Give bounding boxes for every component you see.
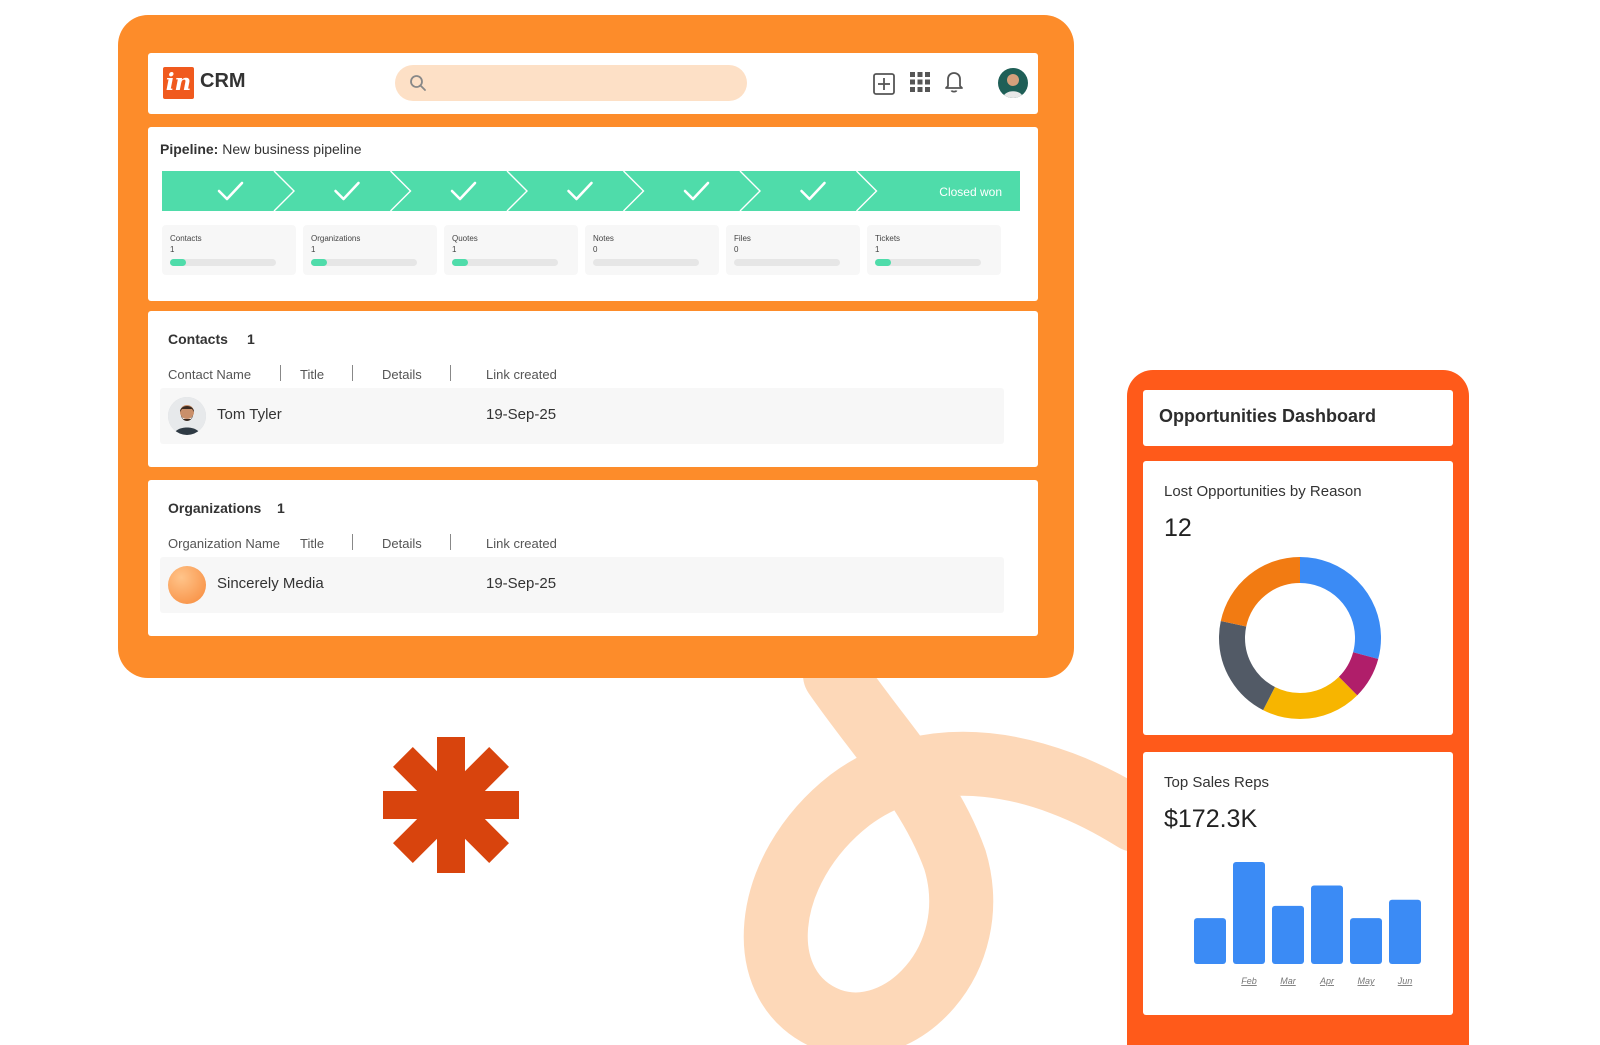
- contact-row[interactable]: Tom Tyler 19-Sep-25: [160, 388, 1004, 444]
- stat-progress-track: [593, 259, 699, 266]
- pipeline-card: Pipeline: New business pipeline Closed w…: [148, 127, 1038, 301]
- contacts-count: 1: [247, 331, 255, 347]
- organizations-count: 1: [277, 500, 285, 516]
- stat-progress-track: [734, 259, 840, 266]
- col-title[interactable]: Title: [300, 367, 324, 382]
- contact-name[interactable]: Tom Tyler: [217, 406, 282, 423]
- stat-label: Organizations: [311, 234, 361, 243]
- bell-icon[interactable]: [940, 67, 968, 95]
- stat-box-notes[interactable]: Notes 0: [585, 225, 719, 275]
- contact-avatar: [168, 397, 206, 435]
- stat-progress-fill: [311, 259, 327, 266]
- search-bar[interactable]: [395, 65, 747, 103]
- bar-3[interactable]: [1311, 885, 1343, 964]
- bar-tick-label: Mar: [1280, 976, 1297, 986]
- col-link-created[interactable]: Link created: [486, 367, 557, 382]
- bar-1[interactable]: [1233, 862, 1265, 964]
- stat-box-organizations[interactable]: Organizations 1: [303, 225, 437, 275]
- stat-value: 1: [875, 245, 880, 254]
- col-title[interactable]: Title: [300, 536, 324, 551]
- search-icon: [410, 75, 426, 91]
- contacts-title: Contacts: [168, 331, 228, 347]
- stat-value: 1: [170, 245, 175, 254]
- add-icon[interactable]: [870, 70, 898, 98]
- organizations-title: Organizations: [168, 500, 262, 516]
- lost-opportunities-donut: [1219, 557, 1381, 719]
- logo-text: CRM: [200, 70, 246, 92]
- stat-label: Notes: [593, 234, 614, 243]
- stat-label: Contacts: [170, 234, 202, 243]
- stat-label: Files: [734, 234, 751, 243]
- bar-tick-label: May: [1357, 976, 1375, 986]
- apps-grid-icon[interactable]: [906, 68, 934, 96]
- stat-box-tickets[interactable]: Tickets 1: [867, 225, 1001, 275]
- col-details[interactable]: Details: [382, 367, 422, 382]
- pipeline-title: Pipeline: New business pipeline: [160, 141, 362, 157]
- col-details[interactable]: Details: [382, 536, 422, 551]
- bar-4[interactable]: [1350, 918, 1382, 964]
- logo-mark[interactable]: in: [163, 67, 194, 99]
- user-avatar[interactable]: [998, 68, 1028, 98]
- stat-value: 0: [734, 245, 739, 254]
- organization-link-date: 19-Sep-25: [486, 575, 557, 592]
- stat-progress-track: [875, 259, 981, 266]
- stat-value: 1: [311, 245, 316, 254]
- asterisk-decoration: [383, 737, 519, 873]
- top-sales-reps-bar-chart: Feb Mar Apr May Jun: [1194, 862, 1421, 986]
- stat-progress-track: [452, 259, 558, 266]
- col-organization-name[interactable]: Organization Name: [168, 536, 280, 551]
- top-sales-reps-card[interactable]: Top Sales Reps $172.3K Feb Mar Apr May Jun: [1143, 752, 1453, 1015]
- stat-progress-track: [311, 259, 417, 266]
- col-divider: [280, 365, 281, 381]
- bar-tick-label: Feb: [1241, 976, 1257, 986]
- pipeline-stages: Closed won: [162, 171, 1020, 211]
- stat-label: Quotes: [452, 234, 478, 243]
- top-sales-reps-value: $172.3K: [1164, 805, 1258, 833]
- pipeline-name: New business pipeline: [222, 141, 362, 157]
- col-divider: [352, 365, 353, 381]
- stat-label: Tickets: [875, 234, 901, 243]
- bar-2[interactable]: [1272, 905, 1304, 964]
- top-sales-reps-title: Top Sales Reps: [1164, 774, 1270, 791]
- stat-box-files[interactable]: Files 0: [726, 225, 860, 275]
- stat-progress-fill: [452, 259, 468, 266]
- contacts-card: Contacts 1 Contact Name Title Details Li…: [148, 311, 1038, 467]
- stat-progress-track: [170, 259, 276, 266]
- lost-opportunities-title: Lost Opportunities by Reason: [1164, 483, 1362, 500]
- organization-name[interactable]: Sincerely Media: [217, 575, 324, 592]
- person-icon: [1003, 74, 1023, 98]
- stat-progress-fill: [170, 259, 186, 266]
- top-header: in CRM: [148, 53, 1038, 114]
- stat-value: 0: [593, 245, 598, 254]
- stage-closed-won[interactable]: Closed won: [939, 185, 1002, 199]
- contact-link-date: 19-Sep-25: [486, 406, 557, 423]
- organizations-card: Organizations 1 Organization Name Title …: [148, 480, 1038, 636]
- col-divider: [352, 534, 353, 550]
- col-divider: [450, 365, 451, 381]
- stat-value: 1: [452, 245, 457, 254]
- person-icon: [168, 397, 206, 435]
- pipeline-bar: [162, 171, 1020, 211]
- col-link-created[interactable]: Link created: [486, 536, 557, 551]
- bar-tick-label: Apr: [1319, 976, 1335, 986]
- dashboard-header: Opportunities Dashboard: [1143, 390, 1453, 446]
- organization-avatar: [168, 566, 206, 604]
- lost-opportunities-value: 12: [1164, 514, 1192, 542]
- organization-row[interactable]: Sincerely Media 19-Sep-25: [160, 557, 1004, 613]
- crm-window: in CRM Pipeline: New business pipeline C…: [118, 15, 1074, 678]
- stat-progress-fill: [875, 259, 891, 266]
- lost-opportunities-card[interactable]: Lost Opportunities by Reason 12: [1143, 461, 1453, 735]
- stat-box-quotes[interactable]: Quotes 1: [444, 225, 578, 275]
- bar-tick-label: Jun: [1397, 976, 1413, 986]
- stat-box-contacts[interactable]: Contacts 1: [162, 225, 296, 275]
- search-input[interactable]: [437, 65, 731, 103]
- bar-5[interactable]: [1389, 899, 1421, 964]
- col-divider: [450, 534, 451, 550]
- bar-0[interactable]: [1194, 918, 1226, 964]
- opportunities-dashboard: Opportunities Dashboard Lost Opportuniti…: [1127, 370, 1469, 1045]
- col-contact-name[interactable]: Contact Name: [168, 367, 251, 382]
- dashboard-title: Opportunities Dashboard: [1159, 406, 1377, 426]
- pipeline-label: Pipeline:: [160, 141, 219, 157]
